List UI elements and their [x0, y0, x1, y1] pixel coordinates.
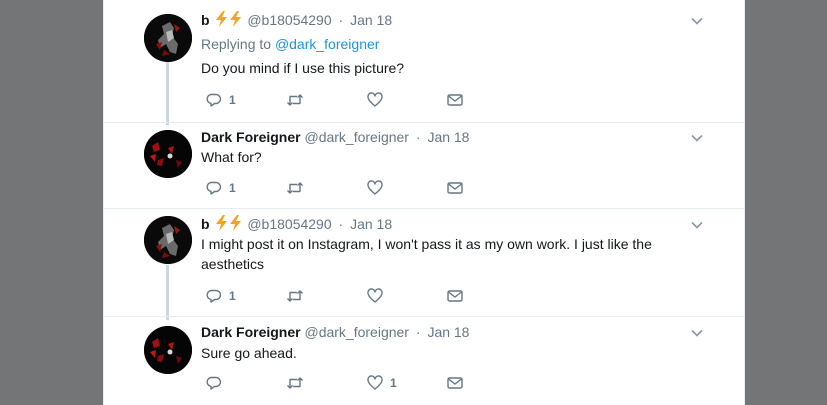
tweet-text: What for? [201, 149, 262, 165]
reply-button[interactable]: 1 [206, 178, 236, 198]
reply-icon [206, 92, 222, 108]
lightning-icon [215, 11, 243, 32]
author-name[interactable]: Dark Foreigner [201, 129, 301, 145]
reply-count: 1 [229, 289, 236, 303]
replying-label: Replying to [201, 36, 272, 52]
separator: · [415, 324, 421, 340]
envelope-icon [447, 180, 463, 196]
reply-count: 1 [229, 181, 236, 195]
thread-line [166, 62, 169, 125]
heart-icon [367, 288, 383, 304]
retweet-icon [286, 375, 304, 391]
retweet-icon [286, 92, 304, 108]
tweet-text: Sure go ahead. [201, 345, 297, 361]
like-button[interactable]: 1 [367, 373, 397, 393]
author-handle[interactable]: @dark_foreigner [304, 324, 409, 340]
tweet-divider [104, 316, 744, 317]
tweet-text: I might post it on Instagram, I won't pa… [201, 236, 652, 272]
like-count: 1 [390, 376, 397, 390]
retweet-button[interactable] [286, 373, 311, 393]
retweet-button[interactable] [286, 90, 311, 110]
heart-icon [367, 92, 383, 108]
tweet-date[interactable]: Jan 18 [350, 216, 392, 232]
chevron-down-icon[interactable] [690, 14, 704, 28]
tweet-date[interactable]: Jan 18 [350, 12, 392, 28]
reply-count: 1 [229, 93, 236, 107]
chevron-down-icon[interactable] [690, 218, 704, 232]
separator: · [338, 216, 344, 232]
separator: · [338, 12, 344, 28]
tweet[interactable]: b @b18054290 · Jan 18 Replying to @dark_… [104, 0, 744, 125]
avatar[interactable] [144, 216, 192, 264]
author-handle[interactable]: @dark_foreigner [304, 129, 409, 145]
envelope-icon [447, 92, 463, 108]
heart-icon [367, 180, 383, 196]
heart-icon [367, 375, 383, 391]
retweet-icon [286, 180, 304, 196]
tweet-divider [104, 208, 744, 209]
thread-line [166, 265, 169, 320]
reply-icon [206, 180, 222, 196]
reply-icon [206, 288, 222, 304]
tweet-divider [104, 122, 744, 123]
chevron-down-icon[interactable] [690, 131, 704, 145]
author-handle[interactable]: @b18054290 [247, 12, 331, 28]
message-button[interactable] [447, 178, 463, 198]
replying-mention[interactable]: @dark_foreigner [275, 36, 380, 52]
like-button[interactable] [367, 286, 390, 306]
reply-icon [206, 375, 222, 391]
tweet-date[interactable]: Jan 18 [427, 324, 469, 340]
reply-button[interactable]: 1 [206, 286, 236, 306]
retweet-button[interactable] [286, 286, 311, 306]
avatar[interactable] [144, 130, 192, 178]
replying-to: Replying to @dark_foreigner [201, 35, 379, 53]
tweet[interactable]: Dark Foreigner @dark_foreigner · Jan 18 … [104, 316, 744, 405]
author-name[interactable]: b [201, 12, 210, 28]
like-button[interactable] [367, 178, 390, 198]
retweet-icon [286, 288, 304, 304]
retweet-button[interactable] [286, 178, 311, 198]
message-button[interactable] [447, 373, 463, 393]
author-handle[interactable]: @b18054290 [247, 216, 331, 232]
lightning-icon [215, 215, 243, 236]
message-button[interactable] [447, 90, 463, 110]
conversation-panel: b @b18054290 · Jan 18 Replying to @dark_… [103, 0, 745, 405]
tweet-text: Do you mind if I use this picture? [201, 60, 405, 76]
envelope-icon [447, 288, 463, 304]
tweet-date[interactable]: Jan 18 [427, 129, 469, 145]
chevron-down-icon[interactable] [690, 326, 704, 340]
message-button[interactable] [447, 286, 463, 306]
reply-button[interactable]: 1 [206, 90, 236, 110]
avatar[interactable] [144, 14, 192, 62]
avatar[interactable] [144, 326, 192, 374]
separator: · [415, 129, 421, 145]
author-name[interactable]: Dark Foreigner [201, 324, 301, 340]
envelope-icon [447, 375, 463, 391]
tweet[interactable]: b @b18054290 · Jan 18 I might post it on… [104, 208, 744, 320]
author-name[interactable]: b [201, 216, 210, 232]
reply-button[interactable] [206, 373, 229, 393]
like-button[interactable] [367, 90, 390, 110]
tweet[interactable]: Dark Foreigner @dark_foreigner · Jan 18 … [104, 122, 744, 208]
